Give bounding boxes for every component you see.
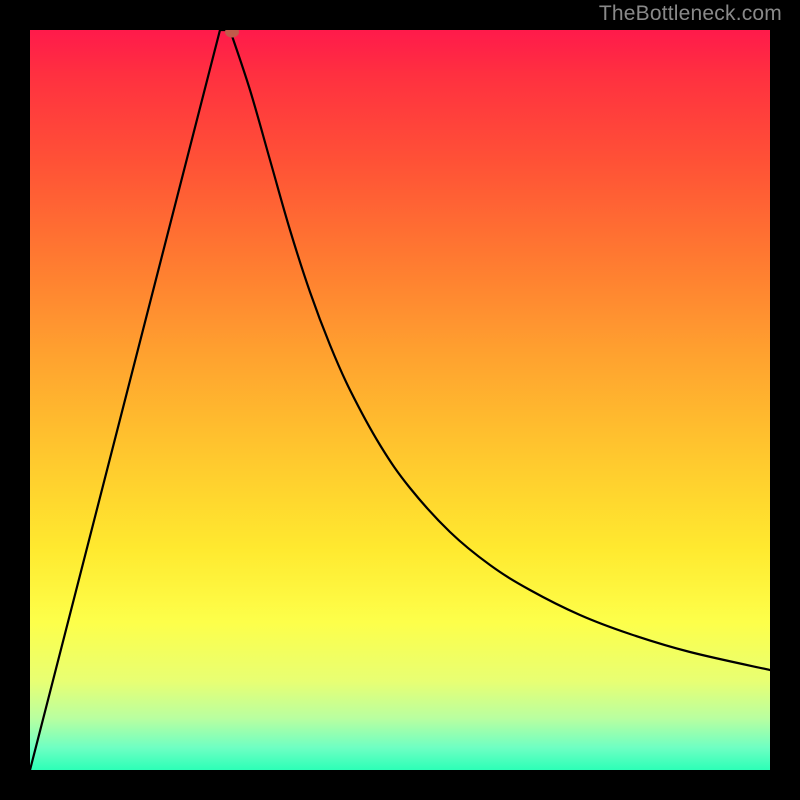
watermark-text: TheBottleneck.com <box>599 2 782 26</box>
plot-area <box>30 30 770 770</box>
chart-frame: TheBottleneck.com <box>0 0 800 800</box>
curve-svg <box>30 30 770 770</box>
curve-path <box>30 30 770 770</box>
